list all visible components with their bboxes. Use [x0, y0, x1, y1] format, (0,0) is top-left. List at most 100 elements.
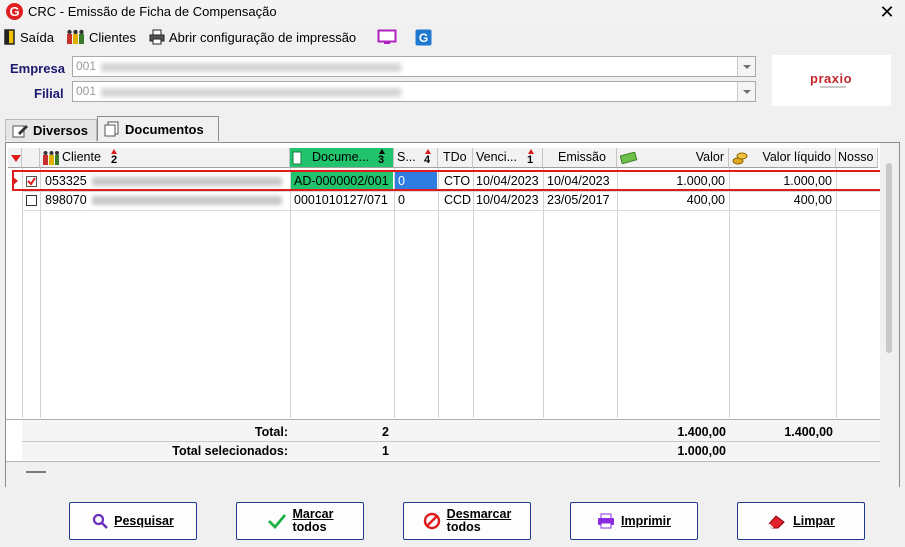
chevron-down-icon[interactable]: [737, 57, 755, 76]
header-tdo[interactable]: TDo: [438, 148, 473, 168]
cell-valor-liquido[interactable]: 400,00: [730, 191, 835, 209]
app-logo-icon: G: [6, 3, 23, 20]
documents-icon: [104, 121, 119, 137]
sort-up-icon: [528, 149, 534, 154]
clients-icon: [67, 29, 84, 44]
selected-row-outline: [12, 170, 883, 191]
coins-icon: [732, 152, 748, 165]
unmark-all-label-line2: todos: [446, 520, 481, 534]
print-config-label: Abrir configuração de impressão: [169, 29, 357, 45]
filial-select[interactable]: 001: [72, 81, 756, 102]
cell-cliente[interactable]: 898070: [42, 191, 90, 209]
header-valor[interactable]: Valor: [617, 148, 729, 168]
row-checkbox[interactable]: [26, 195, 37, 206]
logo-text: praxio: [810, 71, 853, 86]
tab-documentos[interactable]: Documentos: [97, 116, 219, 141]
header-emissao[interactable]: Emissão: [543, 148, 617, 168]
title-bar: G CRC - Emissão de Ficha de Compensação …: [0, 0, 905, 24]
table-row[interactable]: [6, 143, 7, 144]
horizontal-scrollbar[interactable]: [6, 461, 880, 487]
header-label: S...: [397, 150, 416, 164]
total-selected-label: Total selecionados:: [172, 444, 288, 458]
header-cliente[interactable]: Cliente 2: [40, 148, 290, 168]
header-documento[interactable]: Docume... 3: [290, 148, 394, 168]
checkmark-icon: [267, 514, 286, 529]
cell-vencimento[interactable]: 10/04/2023: [473, 191, 542, 209]
print-label: Imprimir: [620, 513, 671, 528]
scrollbar-grip[interactable]: [26, 471, 46, 473]
header-s[interactable]: S... 4: [394, 148, 438, 168]
filial-label: Filial: [34, 86, 64, 101]
header-nosso[interactable]: Nosso: [836, 148, 878, 168]
total-selected-count: 1: [382, 444, 389, 458]
clear-button[interactable]: Limpar: [737, 502, 865, 540]
toolbar: Saída Clientes Abrir configuração de imp…: [0, 26, 905, 48]
header-label: Emissão: [558, 150, 606, 164]
col-separator: [22, 168, 23, 418]
total-valor-liquido: 1.400,00: [784, 425, 833, 439]
empresa-select[interactable]: 001: [72, 56, 756, 77]
unmark-all-button[interactable]: Desmarcar todos: [403, 502, 531, 540]
tab-label: Documentos: [125, 121, 204, 137]
monitor-button[interactable]: [377, 28, 397, 46]
header-label: Valor líquido: [762, 150, 831, 164]
client-name-redacted: [92, 196, 282, 205]
globus-g-icon: G: [415, 29, 432, 45]
sort-up-icon: [425, 149, 431, 154]
logo-underline: [820, 86, 846, 88]
exit-button[interactable]: Saída: [4, 28, 54, 46]
header-vencimento[interactable]: Venci... 1: [473, 148, 543, 168]
printer-icon: [597, 513, 614, 529]
col-separator: [836, 168, 837, 418]
mark-all-label: Marcar todos: [293, 508, 334, 534]
mark-all-button[interactable]: Marcar todos: [236, 502, 364, 540]
document-icon: [292, 151, 302, 165]
triangle-down-icon: [11, 155, 21, 162]
window-title: CRC - Emissão de Ficha de Compensação: [28, 4, 277, 19]
money-icon: [620, 152, 638, 164]
search-button[interactable]: Pesquisar: [69, 502, 197, 540]
total-label: Total:: [254, 425, 288, 439]
prohibited-icon: [423, 512, 440, 530]
header-valor-liquido[interactable]: Valor líquido: [729, 148, 836, 168]
documents-grid[interactable]: Cliente 2 Docume... 3 S... 4 TDo Venci..…: [5, 142, 900, 487]
search-icon: [93, 513, 108, 529]
empresa-name-redacted: [101, 63, 401, 72]
globus-button[interactable]: G: [415, 28, 432, 46]
row-divider: [22, 210, 882, 211]
vertical-scrollbar[interactable]: [880, 143, 899, 487]
mark-all-label-line2: todos: [292, 520, 327, 534]
total-valor: 1.400,00: [677, 425, 726, 439]
grid-menu-header[interactable]: [8, 148, 22, 168]
unmark-all-label: Desmarcar todos: [447, 508, 512, 534]
header-label: TDo: [443, 150, 467, 164]
cell-s[interactable]: 0: [395, 191, 408, 209]
chevron-down-icon[interactable]: [737, 82, 755, 101]
clients-label: Clientes: [89, 29, 136, 45]
empresa-value: 001: [76, 59, 97, 73]
close-button[interactable]: ✕: [870, 0, 904, 24]
total-selected-valor: 1.000,00: [677, 444, 726, 458]
svg-text:G: G: [419, 31, 428, 45]
empresa-label: Empresa: [10, 61, 65, 76]
header-label: Nosso: [838, 150, 874, 164]
cell-documento[interactable]: 0001010127/071: [291, 191, 391, 209]
clear-label: Limpar: [793, 513, 835, 528]
filial-name-redacted: [101, 88, 401, 97]
header-label: Cliente: [62, 150, 101, 164]
tab-diversos[interactable]: Diversos: [5, 119, 97, 141]
cell-valor[interactable]: 400,00: [618, 191, 728, 209]
total-count: 2: [382, 425, 389, 439]
exit-label: Saída: [20, 29, 54, 45]
scrollbar-thumb[interactable]: [886, 163, 892, 353]
print-button[interactable]: Imprimir: [570, 502, 698, 540]
clients-button[interactable]: Clientes: [66, 28, 136, 46]
cell-emissao[interactable]: 23/05/2017: [544, 191, 613, 209]
sort-up-icon: [111, 149, 117, 154]
check-header[interactable]: [22, 148, 40, 168]
cell-tdo[interactable]: CCD: [441, 191, 474, 209]
print-config-button[interactable]: Abrir configuração de impressão: [149, 28, 356, 46]
search-label: Pesquisar: [114, 513, 174, 528]
monitor-icon: [377, 29, 397, 44]
header-label: Venci...: [476, 150, 517, 164]
